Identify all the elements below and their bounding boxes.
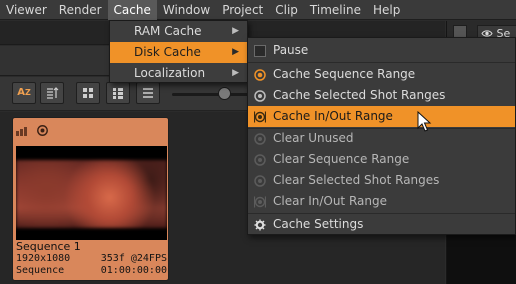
menu-viewer[interactable]: Viewer (0, 0, 53, 20)
clip-card[interactable]: Sequence 1 1920x1080 353f @24FPS Sequenc… (12, 117, 169, 281)
thumbnail-image (16, 160, 167, 228)
clear-sequence-icon (254, 154, 266, 166)
menu-item-ram-cache[interactable]: RAM Cache ▶ (110, 21, 247, 42)
clear-sequence-range-label: Clear Sequence Range (273, 152, 410, 166)
clip-timecode: 01:00:00:00 (100, 265, 167, 276)
checkbox-icon (254, 45, 266, 57)
slider-handle[interactable] (218, 87, 231, 100)
disk-cache-menu: Pause Cache Sequence Range Cache Selecte… (247, 37, 516, 235)
menu-item-clear-inout-range[interactable]: Clear In/Out Range (248, 191, 515, 212)
menu-item-disk-cache[interactable]: Disk Cache ▶ (110, 42, 247, 63)
menu-item-pause[interactable]: Pause (248, 40, 515, 61)
cache-status-icon (16, 126, 27, 136)
menu-item-clear-sequence-range[interactable]: Clear Sequence Range (248, 149, 515, 170)
target-icon (36, 125, 48, 136)
sort-order-icon[interactable] (40, 82, 64, 104)
mouse-cursor-icon (417, 111, 432, 132)
menu-separator (248, 62, 515, 63)
submenu-arrow-icon: ▶ (232, 47, 239, 57)
list-view-icon[interactable] (136, 82, 160, 104)
localization-label: Localization (134, 66, 206, 80)
cache-sequence-range-label: Cache Sequence Range (273, 67, 416, 81)
menu-item-cache-settings[interactable]: Cache Settings (248, 214, 515, 235)
menu-clip[interactable]: Clip (269, 0, 304, 20)
disk-cache-label: Disk Cache (134, 45, 201, 59)
menu-render[interactable]: Render (53, 0, 108, 20)
cache-selected-shots-label: Cache Selected Shot Ranges (273, 88, 446, 102)
cache-sequence-icon (254, 69, 266, 81)
menu-item-clear-selected-shot-ranges[interactable]: Clear Selected Shot Ranges (248, 170, 515, 191)
menu-item-cache-inout-range[interactable]: Cache In/Out Range (248, 106, 515, 127)
clip-resolution: 1920x1080 (16, 253, 71, 264)
clear-inout-icon (254, 196, 266, 208)
menu-window[interactable]: Window (157, 0, 216, 20)
menu-help[interactable]: Help (367, 0, 406, 20)
clear-unused-label: Clear Unused (273, 131, 354, 145)
cache-settings-label: Cache Settings (273, 217, 364, 231)
cache-inout-icon (254, 111, 266, 123)
clear-unused-icon (254, 133, 266, 145)
card-icons (16, 123, 52, 137)
menu-item-cache-sequence-range[interactable]: Cache Sequence Range (248, 64, 515, 85)
sort-alpha-label: A (17, 87, 25, 98)
menubar: Viewer Render Cache Window Project Clip … (0, 0, 516, 20)
submenu-arrow-icon: ▶ (232, 26, 239, 36)
menu-item-localization[interactable]: Localization ▶ (110, 63, 247, 84)
clip-name: Sequence 1 (16, 240, 81, 253)
clear-selected-shots-label: Clear Selected Shot Ranges (273, 173, 440, 187)
submenu-arrow-icon: ▶ (232, 68, 239, 78)
menu-project[interactable]: Project (216, 0, 269, 20)
menu-item-clear-unused[interactable]: Clear Unused (248, 128, 515, 149)
clear-shots-icon (254, 175, 266, 187)
menu-item-cache-selected-shot-ranges[interactable]: Cache Selected Shot Ranges (248, 85, 515, 106)
ram-cache-label: RAM Cache (134, 24, 202, 38)
clip-thumbnail (16, 146, 167, 240)
menu-timeline[interactable]: Timeline (304, 0, 367, 20)
clip-type: Sequence (16, 265, 65, 276)
cache-menu: RAM Cache ▶ Disk Cache ▶ Localization ▶ (109, 20, 248, 83)
clip-info: Sequence 1 1920x1080 353f @24FPS Sequenc… (16, 241, 167, 277)
clear-inout-range-label: Clear In/Out Range (273, 194, 387, 208)
cache-shots-icon (254, 90, 266, 102)
grid-view-icon[interactable] (76, 82, 100, 104)
pause-label: Pause (273, 43, 309, 57)
sort-alpha-sub: Z (24, 88, 31, 97)
detail-view-icon[interactable] (106, 82, 130, 104)
thumbnail-size-slider[interactable] (172, 93, 252, 96)
sort-alpha-button[interactable]: AZ (12, 82, 36, 104)
gear-icon (254, 219, 266, 231)
menu-cache[interactable]: Cache (107, 0, 157, 20)
clip-frames-fps: 353f @24FPS (100, 253, 167, 264)
cache-inout-range-label: Cache In/Out Range (273, 109, 393, 123)
